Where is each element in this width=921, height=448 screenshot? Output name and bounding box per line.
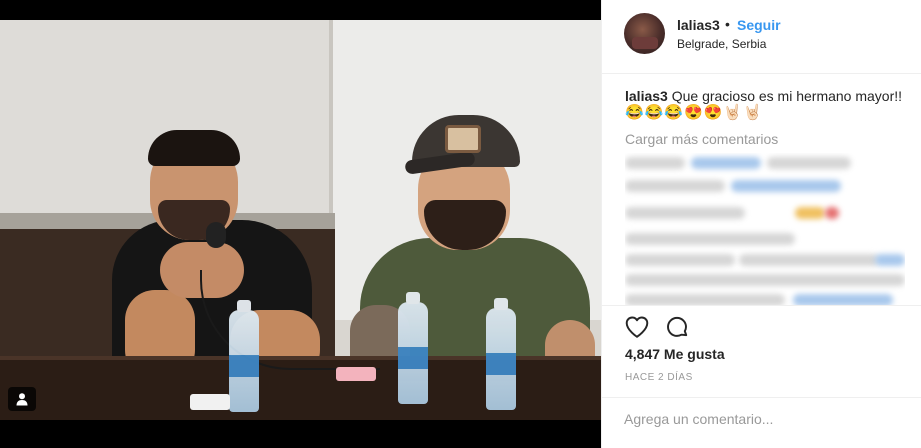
likes-count[interactable]: 4,847 Me gusta	[625, 346, 725, 362]
instagram-post: lalias3 • Seguir Belgrade, Serbia lalias…	[0, 0, 921, 448]
avatar[interactable]	[624, 13, 665, 54]
user-tag-button[interactable]	[8, 387, 36, 411]
post-actions: 4,847 Me gusta HACE 2 DÍAS	[602, 305, 921, 405]
photo-water-bottle	[229, 300, 259, 412]
photo-water-bottle	[486, 298, 516, 410]
add-comment-section	[602, 397, 921, 448]
post-side-panel: lalias3 • Seguir Belgrade, Serbia lalias…	[601, 0, 921, 448]
post-location[interactable]: Belgrade, Serbia	[677, 37, 766, 51]
header-separator: •	[725, 16, 730, 32]
post-photo-container	[0, 0, 601, 448]
photo-badge	[336, 367, 376, 381]
follow-button[interactable]: Seguir	[737, 17, 781, 33]
photo-water-bottle	[398, 292, 428, 404]
comment-input[interactable]	[624, 408, 904, 430]
caption-username[interactable]: lalias3	[625, 88, 668, 104]
load-more-comments-button[interactable]: Cargar más comentarios	[625, 131, 778, 147]
like-button[interactable]	[624, 314, 650, 340]
blurred-comments	[625, 153, 905, 305]
caption-text: Que gracioso es mi hermano mayor!!	[671, 88, 903, 104]
photo-hair	[148, 130, 240, 166]
photo-phone	[190, 394, 230, 410]
post-caption: lalias3 Que gracioso es mi hermano mayor…	[625, 87, 915, 105]
post-photo[interactable]	[0, 20, 601, 420]
comment-button[interactable]	[664, 314, 690, 340]
post-username[interactable]: lalias3	[677, 17, 720, 33]
heart-icon	[625, 316, 649, 338]
post-timestamp[interactable]: HACE 2 DÍAS	[625, 372, 693, 383]
post-header: lalias3 • Seguir Belgrade, Serbia	[602, 0, 921, 74]
user-tag-icon	[16, 393, 28, 406]
photo-microphone	[206, 222, 226, 248]
comment-icon	[667, 316, 688, 337]
photo-cap-patch	[445, 125, 481, 153]
caption-emojis: 😂😂😂😍😍🤘🏻🤘🏻	[625, 104, 763, 121]
